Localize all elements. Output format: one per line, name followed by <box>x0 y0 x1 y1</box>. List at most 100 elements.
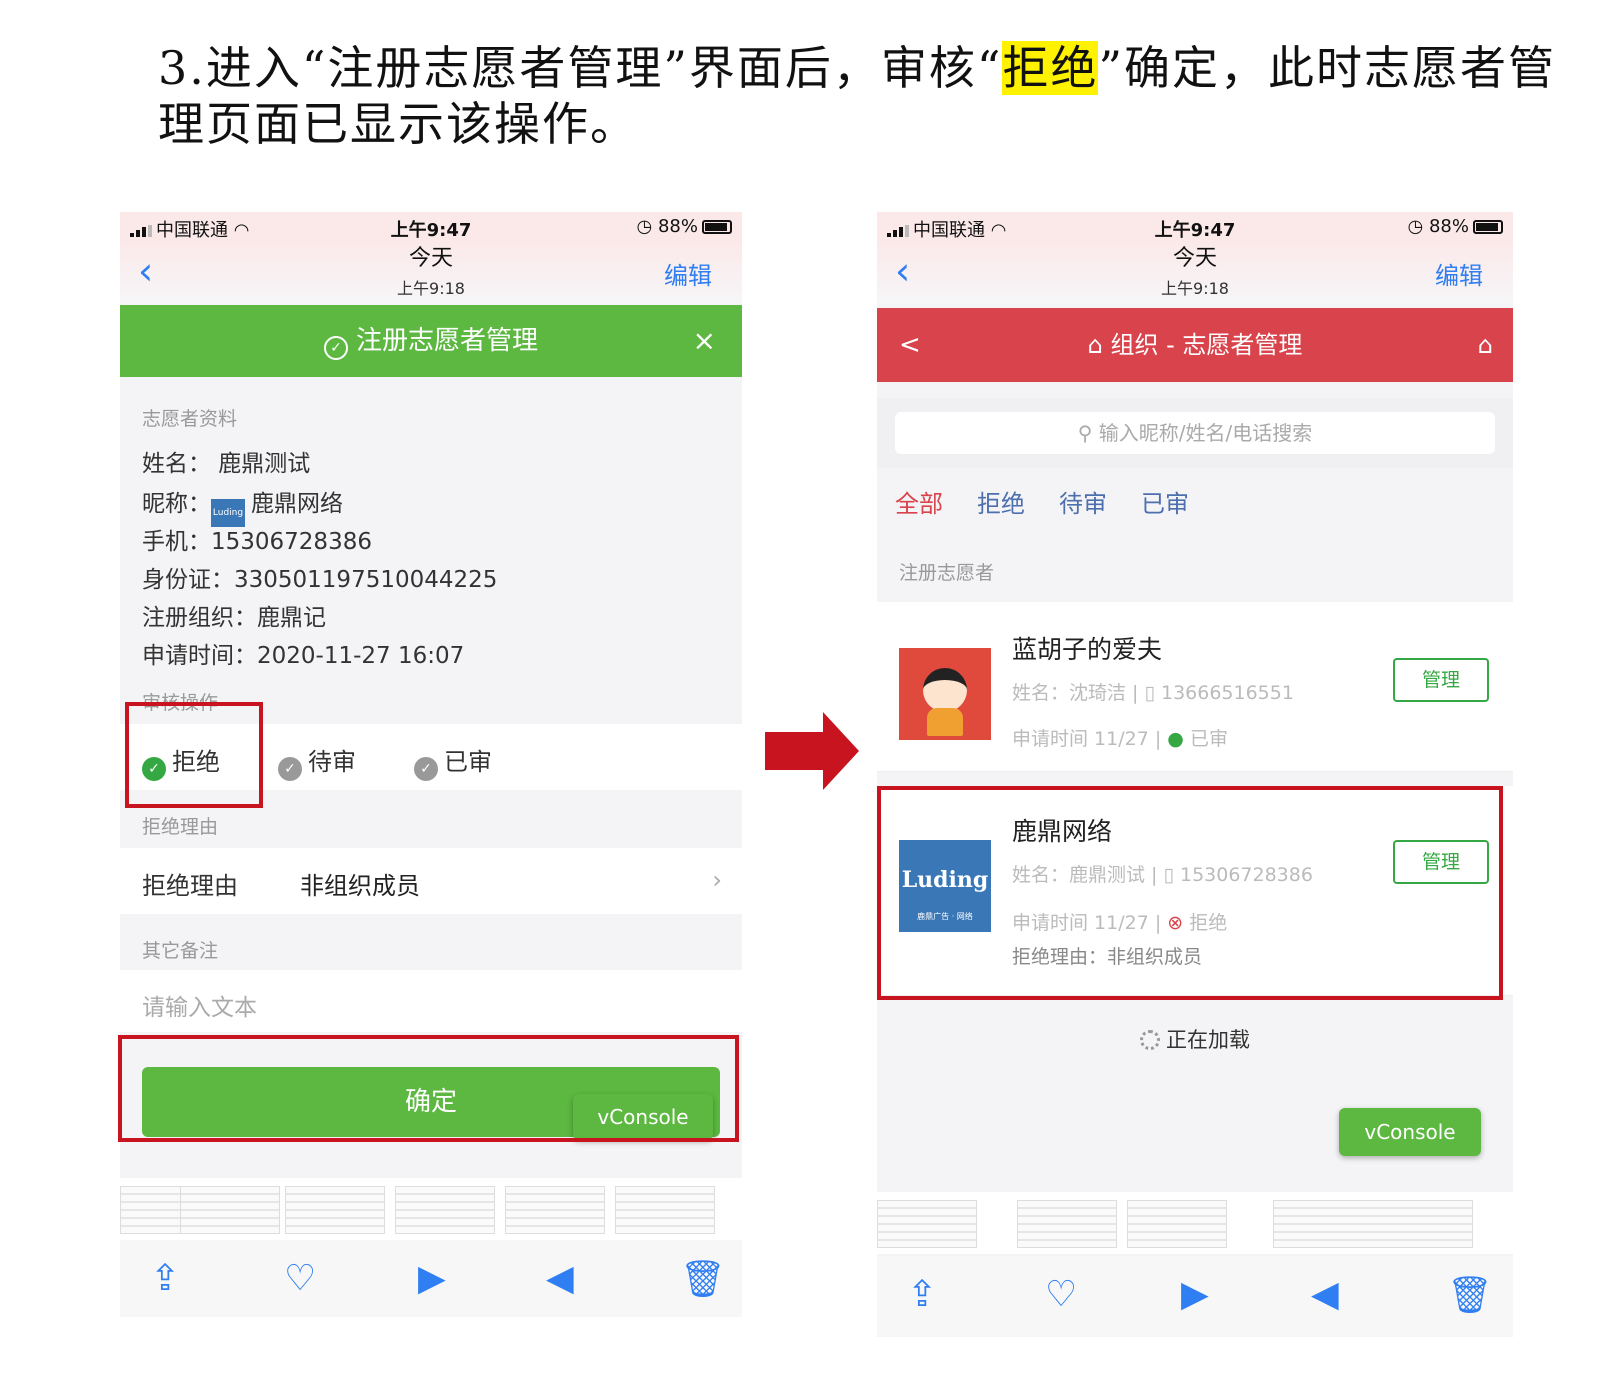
edit-button[interactable]: 编辑 <box>664 256 712 291</box>
thumbnail[interactable] <box>180 1186 280 1234</box>
remarks-placeholder: 请输入文本 <box>142 995 257 1021</box>
trash-icon[interactable]: 🗑 <box>680 1258 726 1300</box>
heart-icon[interactable]: ♡ <box>1045 1274 1077 1315</box>
nickname-value: 鹿鼎网络 <box>251 491 343 517</box>
radio-pending[interactable]: ✓ 待审 <box>278 742 356 781</box>
apply-time: 申请时间 11/27 | <box>1012 728 1162 750</box>
photo-thumbnail-strip[interactable] <box>120 1178 742 1240</box>
tab-rejected[interactable]: 拒绝 <box>977 490 1025 518</box>
tab-approved[interactable]: 已审 <box>1141 490 1189 518</box>
page-header: < ⌂ 组织 - 志愿者管理 ⌂ <box>877 308 1513 382</box>
thumbnail[interactable] <box>505 1186 605 1234</box>
status-bar: 中国联通 ◠ 上午9:47 ◷ 88% <box>877 212 1513 242</box>
check-circle-icon: ✓ <box>323 336 348 360</box>
right-phone-screenshot: 中国联通 ◠ 上午9:47 ◷ 88% ‹ 今天 上午9:18 编辑 < ⌂ 组… <box>877 212 1513 1337</box>
battery-percent: 88% <box>1428 216 1469 237</box>
alarm-icon: ◷ <box>636 216 653 237</box>
thumbnail[interactable] <box>285 1186 385 1234</box>
mute-icon[interactable]: ◀ <box>546 1258 574 1299</box>
spinner-icon <box>1140 1030 1160 1050</box>
check-circle-icon: ● <box>1167 728 1184 750</box>
thumbnail[interactable] <box>1127 1200 1227 1248</box>
battery-icon <box>1473 220 1503 234</box>
thumbnail[interactable] <box>615 1186 715 1234</box>
nav-subtitle: 上午9:18 <box>397 279 465 298</box>
volunteer-meta: 姓名：沈琦洁 | ▯ 13666516551 <box>1012 682 1294 704</box>
remarks-input[interactable]: 请输入文本 <box>120 970 742 1032</box>
filter-tabs: 全部 拒绝 待审 已审 <box>895 484 1223 519</box>
radio-approved[interactable]: ✓ 已审 <box>414 742 492 781</box>
search-icon: ⚲ <box>1077 421 1093 445</box>
profile-apply-time: 申请时间：2020-11-27 16:07 <box>142 643 465 669</box>
thumbnail[interactable] <box>1017 1200 1117 1248</box>
nav-title: 今天 <box>1172 246 1217 271</box>
volunteer-status-line: 申请时间 11/27 | ● 已审 <box>1012 724 1228 751</box>
thumbnail[interactable] <box>1273 1200 1473 1248</box>
home-icon[interactable]: ⌂ <box>1478 308 1493 382</box>
battery-icon <box>702 220 732 234</box>
photo-thumbnail-strip[interactable] <box>877 1192 1513 1254</box>
page-title: 组织 - 志愿者管理 <box>1110 331 1303 359</box>
battery-percent: 88% <box>657 216 698 237</box>
profile-nickname: 昵称： Luding 鹿鼎网络 <box>142 484 343 527</box>
manage-button[interactable]: 管理 <box>1393 658 1489 702</box>
share-icon[interactable]: ⇪ <box>907 1274 937 1315</box>
nickname-label: 昵称： <box>142 491 211 517</box>
remarks-section-label: 其它备注 <box>142 940 219 962</box>
check-circle-icon: ✓ <box>278 757 302 781</box>
battery: ◷ 88% <box>637 216 732 237</box>
check-circle-icon: ✓ <box>414 757 438 781</box>
profile-org: 注册组织：鹿鼎记 <box>142 605 326 631</box>
battery: ◷ 88% <box>1408 216 1503 237</box>
vconsole-button[interactable]: vConsole <box>1339 1108 1481 1156</box>
profile-name: 姓名： 鹿鼎测试 <box>142 451 311 477</box>
heart-icon[interactable]: ♡ <box>284 1258 316 1299</box>
instruction-part1: 3.进入“注册志愿者管理”界面后，审核“ <box>158 41 1003 95</box>
volunteer-name: 蓝胡子的爱夫 <box>1012 635 1163 664</box>
list-item[interactable]: 蓝胡子的爱夫 姓名：沈琦洁 | ▯ 13666516551 申请时间 11/27… <box>877 602 1513 772</box>
reason-section-label: 拒绝理由 <box>142 816 219 838</box>
highlight-box-rejected-card <box>877 786 1503 1000</box>
share-icon[interactable]: ⇪ <box>150 1258 180 1299</box>
highlight-box-reject <box>125 702 263 808</box>
photos-nav-bar: ‹ 今天 上午9:18 编辑 <box>877 242 1513 304</box>
search-input[interactable]: ⚲ 输入昵称/姓名/电话搜索 <box>895 412 1495 454</box>
profile-id-card: 身份证：330501197510044225 <box>142 567 498 593</box>
chevron-right-icon: › <box>712 866 722 894</box>
trash-icon[interactable]: 🗑 <box>1447 1274 1493 1316</box>
highlight-box-confirm <box>118 1035 739 1142</box>
mute-icon[interactable]: ◀ <box>1311 1274 1339 1315</box>
reason-label: 拒绝理由 <box>142 872 238 900</box>
search-placeholder: 输入昵称/姓名/电话搜索 <box>1098 421 1313 445</box>
reason-value: 非组织成员 <box>300 872 420 900</box>
nav-subtitle: 上午9:18 <box>1161 279 1229 298</box>
instruction-text: 3.进入“注册志愿者管理”界面后，审核“拒绝”确定，此时志愿者管理页面已显示该操… <box>158 40 1558 152</box>
tab-all[interactable]: 全部 <box>895 490 943 518</box>
back-icon[interactable]: < <box>899 308 921 382</box>
play-icon[interactable]: ▶ <box>1181 1274 1209 1315</box>
loading-label: 正在加载 <box>1166 1028 1250 1052</box>
alarm-icon: ◷ <box>1407 216 1424 237</box>
avatar <box>899 648 991 740</box>
profile-phone: 手机：15306728386 <box>142 529 372 555</box>
home-icon: ⌂ <box>1087 331 1103 359</box>
photos-nav-bar: ‹ 今天 上午9:18 编辑 <box>120 242 742 304</box>
page-title: 注册志愿者管理 <box>355 326 538 356</box>
profile-section-label: 志愿者资料 <box>142 408 238 430</box>
search-bar: ⚲ 输入昵称/姓名/电话搜索 <box>877 398 1513 468</box>
thumbnail[interactable] <box>877 1200 977 1248</box>
thumbnail[interactable] <box>395 1186 495 1234</box>
play-icon[interactable]: ▶ <box>418 1258 446 1299</box>
status-badge: 已审 <box>1189 728 1228 750</box>
list-section-label: 注册志愿者 <box>899 562 995 584</box>
page-header: ✓ 注册志愿者管理 × <box>120 305 742 377</box>
close-icon[interactable]: × <box>693 305 716 377</box>
radio-pending-label: 待审 <box>308 748 356 776</box>
tab-pending[interactable]: 待审 <box>1059 490 1107 518</box>
reason-row[interactable]: 拒绝理由 非组织成员 › <box>120 848 742 914</box>
photos-toolbar: ⇪ ♡ ▶ ◀ 🗑 <box>877 1256 1513 1336</box>
edit-button[interactable]: 编辑 <box>1435 256 1483 291</box>
nav-title: 今天 <box>408 246 453 271</box>
photos-toolbar: ⇪ ♡ ▶ ◀ 🗑 <box>120 1240 742 1317</box>
instruction-highlight: 拒绝 <box>1002 41 1099 95</box>
